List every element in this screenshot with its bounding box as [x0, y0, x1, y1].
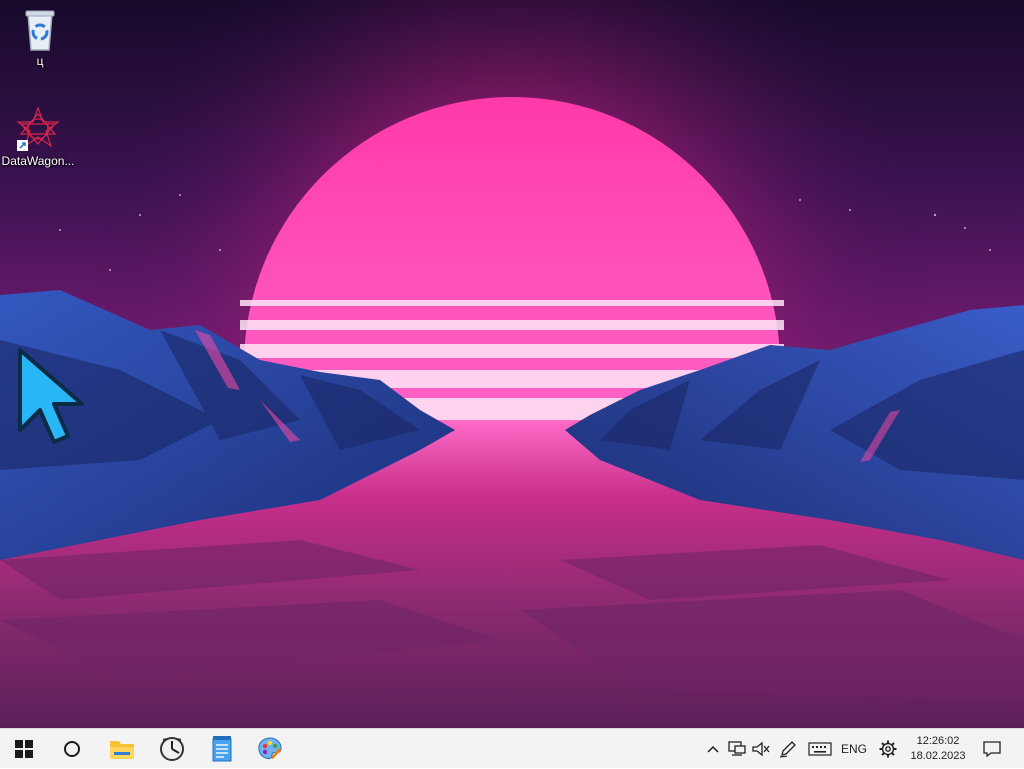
notification-center-button[interactable]: [978, 729, 1006, 769]
taskbar: ENG 12:26:02 18.02.2023: [0, 728, 1024, 768]
tray-volume[interactable]: [750, 729, 772, 769]
wallpaper: [0, 0, 1024, 728]
tray-overflow-button[interactable]: [704, 729, 722, 769]
clock-date: 18.02.2023: [910, 750, 966, 762]
notepad-icon: [212, 736, 232, 762]
chevron-up-icon: [707, 745, 719, 753]
tray-settings[interactable]: [876, 729, 900, 769]
windows-start-icon: [15, 740, 33, 758]
taskbar-file-explorer[interactable]: [98, 729, 146, 769]
taskbar-notepad[interactable]: [198, 729, 246, 769]
tray-language[interactable]: ENG: [838, 729, 870, 769]
tray-touch-keyboard[interactable]: [806, 729, 834, 769]
desktop-icon-datawagon[interactable]: DataWagon...: [0, 106, 76, 168]
search-button[interactable]: [48, 729, 96, 769]
volume-muted-icon: [752, 741, 770, 757]
mouse-pointer-icon: [18, 348, 84, 444]
taskbar-paint[interactable]: [246, 729, 294, 769]
pen-icon: [779, 741, 796, 758]
desktop-icon-label: DataWagon...: [1, 154, 75, 168]
start-button[interactable]: [0, 729, 48, 769]
desktop-icon-recycle-bin[interactable]: ц: [2, 8, 78, 68]
network-icon: [728, 741, 746, 756]
notification-icon: [983, 741, 1001, 757]
tray-network[interactable]: [726, 729, 748, 769]
datawagon-app-icon: [16, 106, 60, 151]
desktop[interactable]: ц DataWagon...: [0, 0, 1024, 728]
clock-time: 12:26:02: [916, 735, 960, 747]
recycle-bin-icon: [25, 10, 55, 51]
taskbar-clock[interactable]: 12:26:02 18.02.2023: [898, 729, 978, 769]
search-circle-icon: [64, 741, 80, 757]
desktop-icon-label: ц: [36, 54, 44, 68]
gear-icon: [879, 740, 897, 758]
tray-pen-workspace[interactable]: [776, 729, 800, 769]
keyboard-icon: [808, 742, 832, 756]
file-explorer-icon: [110, 741, 134, 759]
paint-icon: [258, 737, 282, 759]
taskbar-clock-app[interactable]: [148, 729, 196, 769]
clock-app-icon: [160, 737, 184, 761]
